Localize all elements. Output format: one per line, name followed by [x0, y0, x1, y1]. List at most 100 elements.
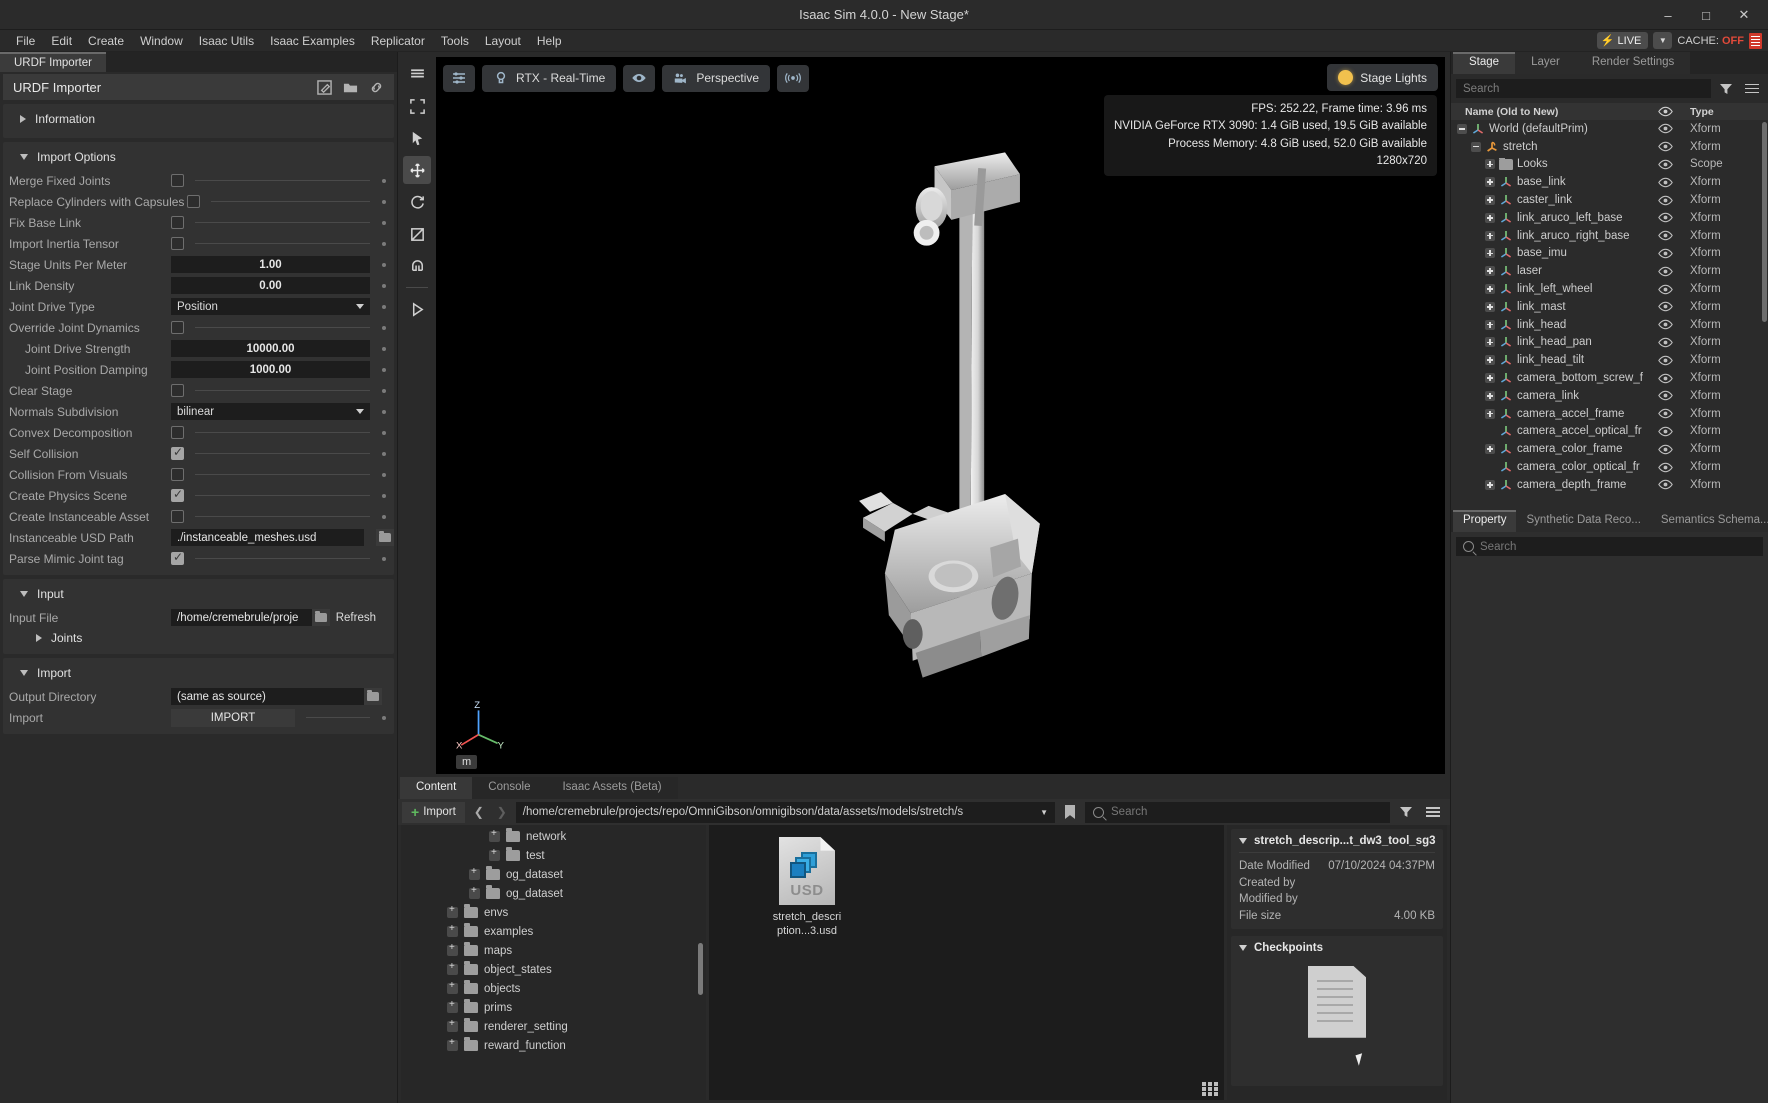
- checkpoints-header[interactable]: Checkpoints: [1231, 940, 1443, 959]
- reset-dot[interactable]: [382, 200, 386, 204]
- menu-help[interactable]: Help: [529, 31, 570, 51]
- eye-icon[interactable]: [1658, 195, 1673, 206]
- reset-dot[interactable]: [382, 431, 386, 435]
- override-joint-dynamics-checkbox[interactable]: [171, 321, 184, 334]
- expand-icon[interactable]: [1485, 195, 1495, 205]
- expand-icon[interactable]: [447, 926, 458, 937]
- tab-property[interactable]: Property: [1453, 510, 1516, 532]
- stage-row-camera-depth-frame[interactable]: camera_depth_frame Xform: [1451, 476, 1768, 494]
- refresh-button[interactable]: Refresh: [330, 609, 382, 626]
- convex-decomposition-checkbox[interactable]: [171, 426, 184, 439]
- expand-icon[interactable]: [447, 907, 458, 918]
- eye-icon[interactable]: [1658, 177, 1673, 188]
- column-name[interactable]: Name (Old to New): [1451, 106, 1648, 118]
- clear-stage-checkbox[interactable]: [171, 384, 184, 397]
- content-folder-tree[interactable]: network test og_dataset og_dataset: [401, 825, 706, 1100]
- expand-icon[interactable]: [1485, 213, 1495, 223]
- chevron-down-icon[interactable]: ▼: [1040, 808, 1048, 817]
- rotate-tool-icon[interactable]: [403, 188, 431, 216]
- snap-magnet-icon[interactable]: [403, 252, 431, 280]
- eye-icon[interactable]: [1658, 284, 1673, 295]
- expand-icon[interactable]: [469, 869, 480, 880]
- tab-stage[interactable]: Stage: [1453, 52, 1515, 74]
- stage-row-link-left-wheel[interactable]: link_left_wheel Xform: [1451, 280, 1768, 298]
- expand-icon[interactable]: [1485, 302, 1495, 312]
- camera-selector[interactable]: Perspective: [662, 65, 770, 92]
- eye-icon[interactable]: [1658, 373, 1673, 384]
- expand-icon[interactable]: [1485, 284, 1495, 294]
- stage-row-link-head-tilt[interactable]: link_head_tilt Xform: [1451, 351, 1768, 369]
- stage-search-input[interactable]: Search: [1456, 79, 1711, 98]
- stage-row-link-aruco-right-base[interactable]: link_aruco_right_base Xform: [1451, 227, 1768, 245]
- reset-dot[interactable]: [382, 368, 386, 372]
- menu-handle[interactable]: [403, 60, 431, 88]
- stage-row-link-head-pan[interactable]: link_head_pan Xform: [1451, 334, 1768, 352]
- stage-row-base-imu[interactable]: base_imu Xform: [1451, 245, 1768, 263]
- visibility-eye-button[interactable]: [623, 65, 655, 92]
- tab-render-settings[interactable]: Render Settings: [1576, 52, 1690, 74]
- subsection-joints-header[interactable]: Joints: [3, 628, 394, 648]
- collapse-icon[interactable]: [1471, 142, 1481, 152]
- browse-folder-button[interactable]: [376, 529, 394, 546]
- menu-file[interactable]: File: [8, 31, 43, 51]
- reset-dot[interactable]: [382, 221, 386, 225]
- reset-dot[interactable]: [382, 326, 386, 330]
- eye-icon[interactable]: [1658, 123, 1673, 134]
- section-import-header[interactable]: Import: [3, 660, 394, 686]
- play-button-icon[interactable]: [403, 295, 431, 323]
- nav-forward-icon[interactable]: ❯: [493, 802, 511, 823]
- options-menu-icon[interactable]: [1422, 802, 1444, 823]
- reset-dot[interactable]: [382, 452, 386, 456]
- self-collision-checkbox[interactable]: [171, 447, 184, 460]
- live-button[interactable]: ⚡ LIVE: [1597, 32, 1649, 49]
- stage-tree-scrollbar[interactable]: [1762, 122, 1767, 322]
- tab-content[interactable]: Content: [400, 777, 472, 799]
- maximize-button[interactable]: □: [1688, 2, 1724, 28]
- link-density-input[interactable]: 0.00: [171, 277, 370, 294]
- collapse-icon[interactable]: [1457, 124, 1467, 134]
- tree-item-objects[interactable]: objects: [401, 979, 706, 998]
- section-import-options-header[interactable]: Import Options: [3, 144, 394, 170]
- eye-icon[interactable]: [1658, 319, 1673, 330]
- eye-icon[interactable]: [1658, 159, 1673, 170]
- content-search-input[interactable]: Search: [1085, 802, 1390, 823]
- robot-model-stretch[interactable]: [436, 57, 1445, 774]
- menu-replicator[interactable]: Replicator: [363, 31, 433, 51]
- expand-icon[interactable]: [447, 964, 458, 975]
- expand-icon[interactable]: [1485, 337, 1495, 347]
- reset-dot[interactable]: [382, 284, 386, 288]
- eye-icon[interactable]: [1658, 266, 1673, 277]
- live-dropdown-button[interactable]: ▼: [1653, 32, 1672, 49]
- tree-scrollbar[interactable]: [698, 943, 703, 995]
- collision-from-visuals-checkbox[interactable]: [171, 468, 184, 481]
- replace-cylinders-checkbox[interactable]: [187, 195, 200, 208]
- select-arrow-icon[interactable]: [403, 124, 431, 152]
- eye-icon[interactable]: [1658, 355, 1673, 366]
- eye-icon[interactable]: [1658, 337, 1673, 348]
- menu-isaac-examples[interactable]: Isaac Examples: [262, 31, 363, 51]
- content-import-button[interactable]: + Import: [402, 802, 465, 823]
- renderer-selector[interactable]: RTX - Real-Time: [482, 65, 616, 92]
- menu-layout[interactable]: Layout: [477, 31, 529, 51]
- expand-icon[interactable]: [1485, 355, 1495, 365]
- import-button[interactable]: IMPORT: [171, 709, 295, 727]
- viewport-3d[interactable]: RTX - Real-Time Perspective: [436, 57, 1445, 774]
- urdf-options-scroll[interactable]: Information Import Options Merge Fixed J…: [0, 100, 397, 1103]
- stage-options-icon[interactable]: [1741, 78, 1763, 99]
- import-inertia-tensor-checkbox[interactable]: [171, 237, 184, 250]
- stage-row-camera-accel-frame[interactable]: camera_accel_frame Xform: [1451, 405, 1768, 423]
- tree-item-envs[interactable]: envs: [401, 903, 706, 922]
- normals-subdivision-dropdown[interactable]: bilinear: [171, 403, 370, 420]
- reset-dot[interactable]: [382, 179, 386, 183]
- eye-icon[interactable]: [1658, 230, 1673, 241]
- cache-icon[interactable]: [1749, 33, 1762, 49]
- open-folder-icon[interactable]: [343, 80, 358, 95]
- reset-dot[interactable]: [382, 716, 386, 720]
- stage-row-laser[interactable]: laser Xform: [1451, 262, 1768, 280]
- select-box-icon[interactable]: [403, 92, 431, 120]
- eye-icon[interactable]: [1658, 479, 1673, 490]
- stage-row-base-link[interactable]: base_link Xform: [1451, 173, 1768, 191]
- section-information[interactable]: Information: [3, 104, 394, 138]
- stage-row-camera-color-frame[interactable]: camera_color_frame Xform: [1451, 440, 1768, 458]
- expand-icon[interactable]: [447, 983, 458, 994]
